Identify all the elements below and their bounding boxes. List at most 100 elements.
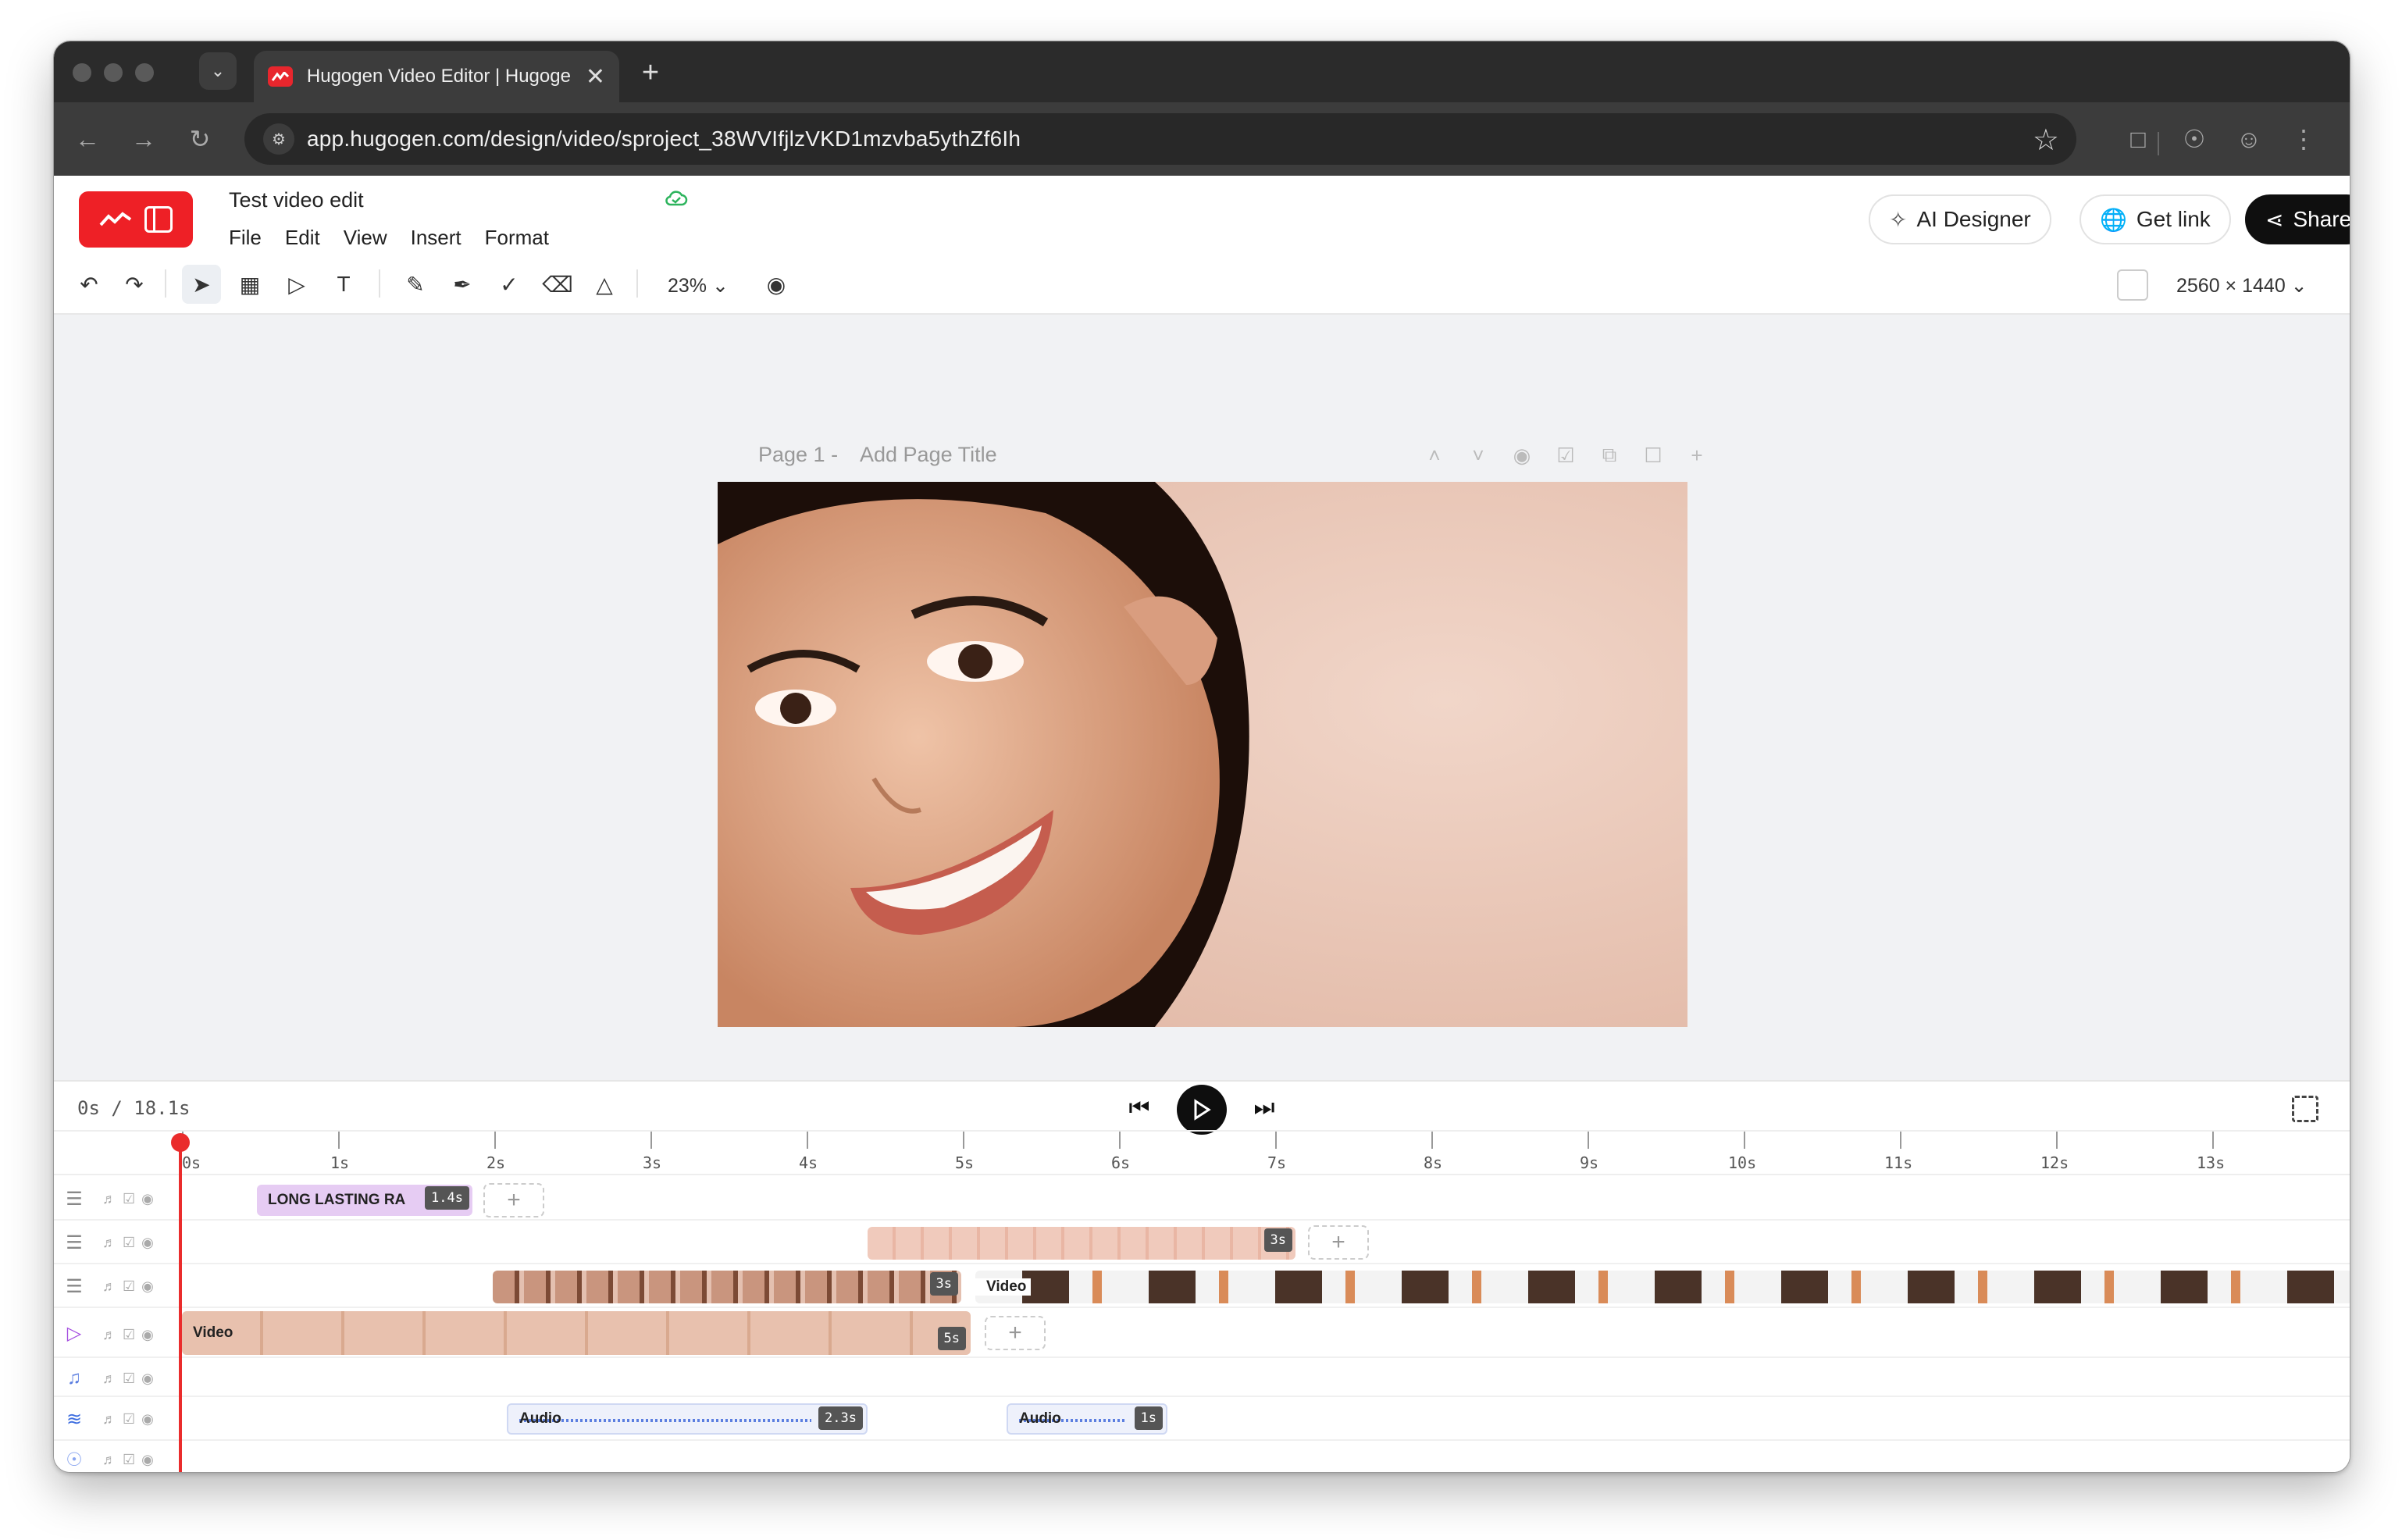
menu-format[interactable]: Format — [485, 226, 549, 250]
eye-icon[interactable]: ◉ — [141, 1327, 154, 1343]
text-icon[interactable]: T — [324, 265, 363, 304]
extensions-puzzle-icon[interactable]: □ — [2119, 119, 2158, 159]
layers-icon: ☰ — [66, 1275, 83, 1297]
shapes-icon[interactable]: △ — [585, 265, 624, 304]
highlighter-icon[interactable]: ✓ — [490, 265, 529, 304]
volume-icon[interactable]: ♬ — [102, 1191, 116, 1207]
ai-designer-button[interactable]: ✧ AI Designer — [1869, 194, 2051, 244]
color-palette-icon[interactable]: ◉ — [757, 265, 796, 304]
lock-icon[interactable]: ☑ — [123, 1278, 135, 1295]
tab-search-chevron-icon[interactable]: ⌄ — [199, 52, 237, 90]
duplicate-page-icon[interactable]: ⧉ — [1595, 441, 1623, 469]
eye-icon[interactable]: ◉ — [141, 1235, 154, 1251]
hugogen-logo-button[interactable] — [79, 191, 193, 248]
volume-icon[interactable]: ♬ — [102, 1452, 116, 1468]
volume-icon[interactable]: ♬ — [102, 1327, 116, 1343]
reload-icon[interactable]: ↻ — [180, 119, 219, 159]
browser-tab[interactable]: Hugogen Video Editor | Hugogen ✕ — [254, 51, 619, 102]
move-page-up-icon[interactable]: ˄ — [1420, 441, 1449, 469]
menu-edit[interactable]: Edit — [285, 226, 320, 250]
close-window-button[interactable] — [73, 63, 91, 82]
eye-icon[interactable]: ◉ — [141, 1191, 154, 1207]
project-title[interactable]: Test video edit — [229, 188, 364, 212]
audio-clip[interactable]: Audio 2.3s — [507, 1403, 868, 1435]
playhead-line[interactable] — [179, 1139, 182, 1472]
lock-icon[interactable]: ☑ — [1552, 441, 1580, 469]
canvas-video-frame[interactable] — [718, 482, 1687, 1027]
eye-icon[interactable]: ◉ — [141, 1411, 154, 1428]
brush-icon[interactable]: ✒ — [443, 265, 482, 304]
close-tab-icon[interactable]: ✕ — [586, 63, 605, 91]
lock-icon[interactable]: ☑ — [123, 1371, 135, 1387]
site-settings-icon[interactable]: ⚙ — [263, 123, 294, 155]
clip-label: Audio — [519, 1410, 561, 1427]
menu-view[interactable]: View — [344, 226, 387, 250]
canvas-size-swatch[interactable] — [2117, 269, 2148, 301]
get-link-button[interactable]: 🌐 Get link — [2079, 194, 2231, 244]
pencil-icon[interactable]: ✎ — [396, 265, 435, 304]
menu-file[interactable]: File — [229, 226, 262, 250]
address-bar[interactable]: ⚙ app.hugogen.com/design/video/sproject_… — [244, 113, 2076, 165]
eraser-icon[interactable]: ⌫ — [538, 265, 577, 304]
bookmark-star-icon[interactable]: ☆ — [2033, 123, 2059, 158]
add-clip-button[interactable]: + — [985, 1316, 1046, 1350]
move-page-down-icon[interactable]: ˅ — [1464, 441, 1492, 469]
forward-arrow-icon[interactable]: → — [124, 119, 163, 159]
add-page-icon[interactable]: + — [1683, 441, 1711, 469]
toolbar-divider — [165, 269, 166, 298]
select-pointer-icon[interactable]: ➤ — [182, 265, 221, 304]
lock-icon[interactable]: ☑ — [123, 1452, 135, 1468]
image-sequence-clip[interactable]: 3s — [493, 1271, 961, 1303]
zoom-select[interactable]: 23% ⌄ — [668, 274, 729, 298]
toggle-sidebar-icon[interactable] — [144, 206, 173, 233]
microphone-icon: ☉ — [66, 1449, 83, 1470]
new-tab-plus-icon[interactable]: + — [632, 54, 669, 91]
clip-label: Video — [975, 1278, 1032, 1296]
eye-icon[interactable]: ◉ — [141, 1278, 154, 1295]
volume-icon[interactable]: ♬ — [102, 1235, 116, 1251]
skip-forward-icon[interactable]: ⏭ — [1249, 1093, 1280, 1124]
image-icon[interactable]: ▦ — [230, 265, 269, 304]
clip-duration: 5s — [937, 1327, 966, 1350]
eye-icon[interactable]: ◉ — [141, 1452, 154, 1468]
volume-icon[interactable]: ♬ — [102, 1371, 116, 1387]
browser-window: ⌄ Hugogen Video Editor | Hugogen ✕ + ← →… — [53, 41, 2350, 1473]
playhead-handle[interactable] — [171, 1133, 190, 1152]
browser-menu-icon[interactable]: ⋮ — [2284, 119, 2323, 159]
video-clip[interactable]: Video — [975, 1271, 2350, 1303]
back-arrow-icon[interactable]: ← — [68, 119, 107, 159]
visibility-eye-icon[interactable]: ◉ — [1508, 441, 1536, 469]
share-button[interactable]: ⋖ Share — [2245, 194, 2350, 244]
extension-icon[interactable]: ☉ — [2175, 119, 2214, 159]
maximize-window-button[interactable] — [135, 63, 154, 82]
redo-icon[interactable]: ↷ — [115, 265, 154, 304]
delete-page-icon[interactable]: ☐ — [1639, 441, 1667, 469]
volume-icon[interactable]: ♬ — [102, 1411, 116, 1428]
text-clip[interactable]: LONG LASTING RA 1.4s — [257, 1185, 472, 1216]
toolbar-divider — [2158, 132, 2159, 155]
timeline-track-audio: ≋ ♬ ☑ ◉ Audio 2.3s Audio 1s — [54, 1397, 2350, 1441]
eye-icon[interactable]: ◉ — [141, 1371, 154, 1387]
profile-avatar-icon[interactable]: ☺ — [2229, 119, 2268, 159]
video-clip[interactable]: Video 5s — [182, 1311, 971, 1355]
fullscreen-icon[interactable] — [2292, 1096, 2318, 1122]
menu-insert[interactable]: Insert — [411, 226, 462, 250]
skip-back-icon[interactable]: ⏮ — [1124, 1093, 1155, 1124]
play-button[interactable] — [1177, 1085, 1227, 1135]
page-title-input[interactable]: Add Page Title — [860, 443, 997, 467]
lock-icon[interactable]: ☑ — [123, 1235, 135, 1251]
add-clip-button[interactable]: + — [483, 1183, 544, 1217]
volume-icon[interactable]: ♬ — [102, 1278, 116, 1295]
lock-icon[interactable]: ☑ — [123, 1411, 135, 1428]
image-sequence-clip[interactable]: 3s — [868, 1227, 1295, 1260]
editor-app: Test video edit File Edit View Insert Fo… — [54, 176, 2350, 1472]
canvas-size-select[interactable]: 2560 × 1440 ⌄ — [2176, 274, 2308, 298]
minimize-window-button[interactable] — [104, 63, 123, 82]
undo-icon[interactable]: ↶ — [69, 265, 109, 304]
lock-icon[interactable]: ☑ — [123, 1191, 135, 1207]
add-clip-button[interactable]: + — [1308, 1225, 1369, 1260]
timeline-ruler[interactable]: 0s 1s 2s 3s 4s 5s 6s 7s 8s 9s 10s 11s 12… — [54, 1130, 2350, 1175]
lock-icon[interactable]: ☑ — [123, 1327, 135, 1343]
video-camera-icon[interactable]: ▷ — [277, 265, 316, 304]
audio-clip[interactable]: Audio 1s — [1007, 1403, 1167, 1435]
